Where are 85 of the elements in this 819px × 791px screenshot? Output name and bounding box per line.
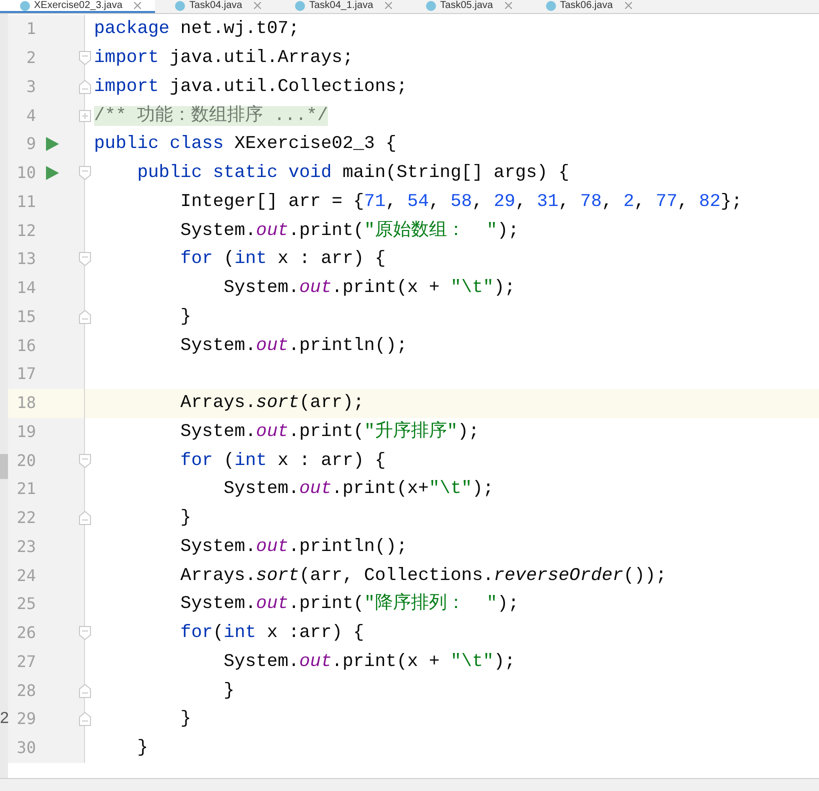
fold-icon[interactable] [78,51,90,66]
code-line: package net.wj.t07; [94,18,300,40]
code-line: System.out.println(); [179,536,408,558]
class-icon [295,0,306,10]
code-line: System.out.print("原始数组： "); [179,220,519,242]
line-number: 30 [16,737,36,760]
line-number: 9 [25,133,36,156]
line-number: 23 [16,536,36,558]
editor-tab[interactable]: Task06.java [526,0,646,13]
line-number: 10 [16,162,36,184]
line-number: 22 [16,507,36,530]
expand-icon[interactable] [78,110,90,122]
line-number: 24 [16,564,36,587]
line-number: 13 [16,248,36,270]
code-line: System.out.print(x + "\t"); [222,277,516,300]
line-number: 25 [16,593,36,616]
code-line: Arrays.sort(arr, Collections.reverseOrder()); [179,564,667,587]
tab-label: Task04_1.java [309,0,374,12]
close-icon[interactable] [624,2,632,9]
line-number: 19 [16,420,36,443]
line-number: 20 [16,450,36,472]
code-line: Integer[] arr = {71, 54, 58, 29, 31, 78, 2, 77, 82}; [179,190,742,213]
class-icon [20,0,30,10]
fold-icon[interactable] [78,252,90,266]
code-line: } [222,680,234,702]
tab-label: XExercise02_3.java [34,0,122,12]
class-icon [175,0,186,10]
line-number: 26 [16,622,36,644]
line-number: 11 [16,190,36,213]
code-line: } [179,306,192,328]
code-line: public static void main(String[] args) { [136,162,570,184]
fold-icon[interactable] [78,80,90,94]
code-line: System.out.println(); [179,334,408,357]
code-line: for (int x : arr) { [179,450,386,472]
code-line: public class XExercise02_3 { [94,133,396,156]
code-line: Arrays.sort(arr); [179,392,364,414]
class-icon [426,0,436,10]
fold-icon[interactable] [78,684,90,698]
tab-label: Task05.java [440,0,493,12]
line-number: 14 [16,277,36,300]
line-number: 2 [25,47,36,70]
close-icon[interactable] [254,2,262,9]
line-number: 16 [16,334,36,357]
close-icon[interactable] [385,2,392,9]
line-number: 15 [16,306,36,328]
run-icon[interactable] [46,137,59,152]
line-number: 4 [25,104,36,127]
side-number: 2 [0,709,9,730]
line-number: 3 [25,76,36,98]
line-number: 21 [16,478,36,500]
line-number: 17 [16,363,36,386]
run-icon[interactable] [46,166,59,180]
fold-icon[interactable] [78,511,90,526]
line-number: 27 [16,650,36,673]
line-number: 18 [16,392,36,414]
code-line: } [179,507,192,530]
line-number: 28 [16,680,36,702]
line-number: 1 [25,18,36,40]
editor-tab[interactable]: XExercise02_3.java [0,0,156,13]
fold-icon[interactable] [78,712,90,726]
fold-icon[interactable] [78,166,90,180]
close-icon[interactable] [504,2,512,9]
editor-tab[interactable]: Task05.java [406,0,526,13]
class-icon [546,0,556,10]
fold-icon[interactable] [78,626,90,640]
code-line: import java.util.Collections; [94,76,408,98]
code-line: System.out.print(x+"\t"); [222,478,494,500]
tab-label: Task04.java [189,0,242,12]
code-line: } [136,737,148,760]
line-number: 29 [16,708,36,730]
code-line: System.out.print("升序排序"); [179,420,480,443]
code-line: } [179,708,192,730]
editor-tab[interactable]: Task04_1.java [275,0,406,13]
code-line: for (int x : arr) { [179,248,386,270]
fold-icon[interactable] [78,310,90,324]
code-line: import java.util.Arrays; [94,47,354,70]
code-line: System.out.print(x + "\t"); [222,650,516,673]
editor-tab[interactable]: Task04.java [155,0,276,13]
close-icon[interactable] [134,2,142,9]
code-line: System.out.print("降序排列： "); [179,593,519,616]
code-line: for(int x :arr) { [179,622,364,644]
tab-label: Task06.java [560,0,613,12]
fold-icon[interactable] [78,454,90,468]
line-number: 12 [16,220,36,242]
scrollbar-thumb[interactable] [0,454,8,479]
